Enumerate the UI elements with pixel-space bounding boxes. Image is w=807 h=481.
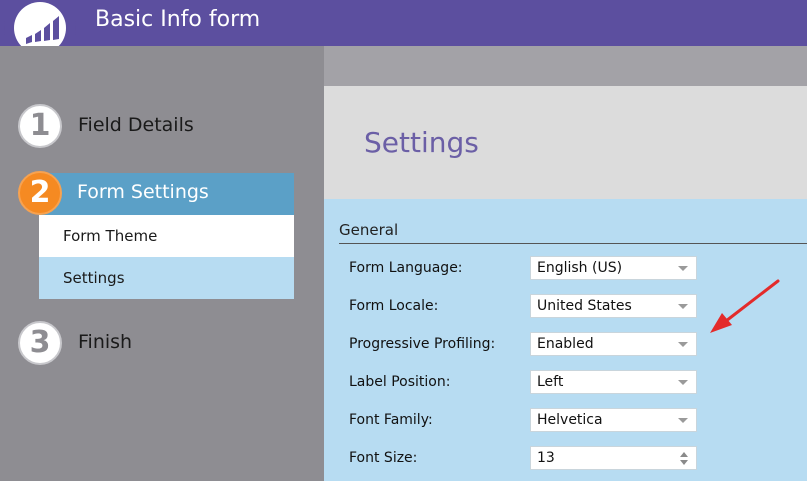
font-family-row: Font Family: Helvetica	[324, 408, 807, 434]
section-heading: General	[339, 221, 399, 239]
field-label: Form Language:	[349, 260, 463, 276]
select-value: English (US)	[537, 260, 623, 276]
field-label: Font Family:	[349, 412, 433, 428]
stepper-value: 13	[537, 450, 555, 466]
font-size-row: Font Size: 13	[324, 446, 807, 472]
chevron-down-icon	[678, 380, 688, 385]
font-family-select[interactable]: Helvetica	[530, 408, 697, 432]
chevron-down-icon	[678, 304, 688, 309]
settings-header: Settings	[324, 86, 807, 199]
form-locale-select[interactable]: United States	[530, 294, 697, 318]
toolbar-strip	[324, 46, 807, 86]
form-language-select[interactable]: English (US)	[530, 256, 697, 280]
step-number-1: 1	[18, 104, 62, 148]
field-label: Font Size:	[349, 450, 418, 466]
font-size-stepper[interactable]: 13	[530, 446, 697, 470]
app-header: Basic Info form	[0, 0, 807, 46]
field-label: Progressive Profiling:	[349, 336, 496, 352]
field-label: Label Position:	[349, 374, 451, 390]
red-arrow-icon	[710, 279, 780, 333]
app-title: Basic Info form	[95, 7, 261, 32]
select-value: United States	[537, 298, 632, 314]
select-value: Left	[537, 374, 564, 390]
label-position-select[interactable]: Left	[530, 370, 697, 394]
page-title: Settings	[364, 126, 479, 159]
step-label: Field Details	[78, 114, 194, 136]
field-label: Form Locale:	[349, 298, 439, 314]
step-label: Finish	[78, 331, 133, 353]
sub-item-settings[interactable]: Settings	[39, 257, 294, 299]
select-value: Helvetica	[537, 412, 603, 428]
progressive-profiling-select[interactable]: Enabled	[530, 332, 697, 356]
spin-down-icon[interactable]	[680, 460, 688, 465]
section-divider	[339, 243, 807, 244]
select-value: Enabled	[537, 336, 594, 352]
chevron-down-icon	[678, 266, 688, 271]
chevron-down-icon	[678, 418, 688, 423]
chevron-down-icon	[678, 342, 688, 347]
step-number-3: 3	[18, 321, 62, 365]
sub-item-form-theme[interactable]: Form Theme	[39, 215, 294, 257]
step-label-active: Form Settings	[77, 181, 209, 203]
step-number-2: 2	[18, 171, 62, 215]
spin-up-icon[interactable]	[680, 452, 688, 457]
label-position-row: Label Position: Left	[324, 370, 807, 396]
